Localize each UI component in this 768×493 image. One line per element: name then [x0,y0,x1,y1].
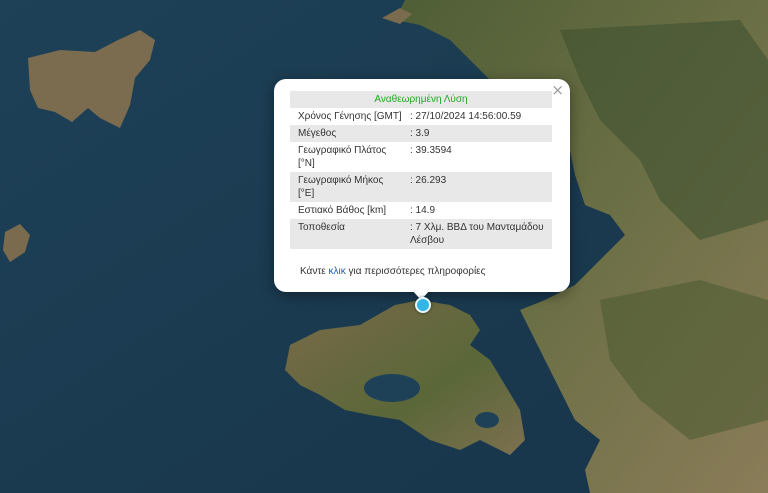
earthquake-popup: × Αναθεωρημένη Λύση Χρόνος Γένησης [GMT]… [274,79,570,292]
table-row: Μέγεθος : 3.9 [290,125,552,142]
earthquake-marker[interactable] [415,297,431,313]
table-row: Εστιακό Βάθος [km] : 14.9 [290,202,552,219]
row-value: : 26.293 [406,172,552,202]
popup-header: Αναθεωρημένη Λύση [290,91,552,108]
table-row: Γεωγραφικό Μήκος [°E] : 26.293 [290,172,552,202]
table-row: Χρόνος Γένησης [GMT] : 27/10/2024 14:56:… [290,108,552,125]
row-label: Γεωγραφικό Πλάτος [°N] [298,145,387,169]
more-info-text: Κάντε κλικ για περισσότερες πληροφορίες [300,266,485,277]
row-label: Μέγεθος [290,125,406,142]
row-value: : 3.9 [406,125,552,142]
row-value: : 39.3594 [410,145,452,156]
row-label: Χρόνος Γένησης [GMT] [298,111,402,122]
table-row: Γεωγραφικό Πλάτος [°N] : 39.3594 [290,142,552,172]
table-row: Τοποθεσία : 7 Χλμ. ΒΒΔ του Μανταμάδου Λέ… [290,219,552,249]
row-value: : 14.9 [410,205,436,216]
more-suffix: για περισσότερες πληροφορίες [345,266,486,277]
kalloni-gulf [364,374,420,402]
close-icon[interactable]: × [551,82,564,98]
row-value: : 7 Χλμ. ΒΒΔ του Μανταμάδου Λέσβου [406,219,552,249]
row-value: : 27/10/2024 14:56:00.59 [410,111,522,122]
row-label: Γεωγραφικό Μήκος [°E] [290,172,406,202]
gera-gulf [475,412,499,428]
more-prefix: Κάντε [300,266,329,277]
row-label: Εστιακό Βάθος [km] [298,205,387,216]
row-label: Τοποθεσία [290,219,406,249]
more-info-link[interactable]: κλικ [329,266,346,277]
info-table: Αναθεωρημένη Λύση Χρόνος Γένησης [GMT] :… [290,91,552,249]
